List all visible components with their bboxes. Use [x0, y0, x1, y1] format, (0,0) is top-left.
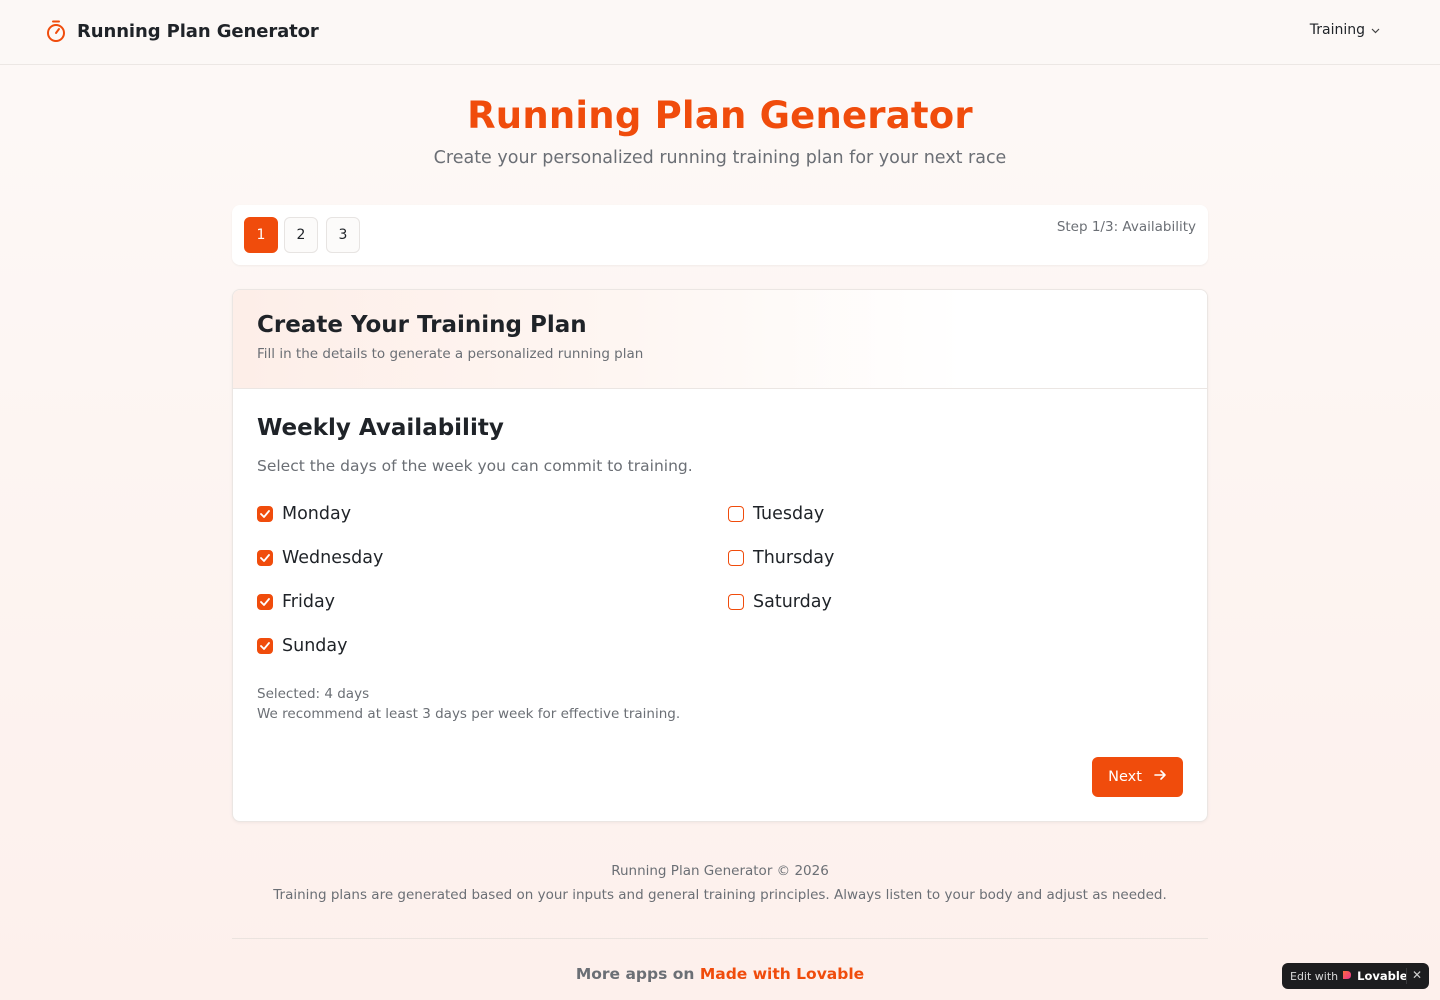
check-icon: [260, 554, 270, 562]
heart-icon: [1342, 970, 1353, 983]
close-icon[interactable]: ✕: [1412, 968, 1422, 982]
step-progress: 1 2 3 Step 1/3: Availability: [232, 205, 1208, 265]
card-title: Create Your Training Plan: [257, 312, 587, 338]
wednesday-checkbox[interactable]: [257, 550, 273, 566]
step-1-button[interactable]: 1: [244, 217, 278, 253]
made-with-lovable-link[interactable]: Made with Lovable: [700, 965, 864, 983]
selected-days-count: Selected: 4 days: [257, 686, 370, 702]
saturday-checkbox[interactable]: [728, 594, 744, 610]
recommendation-note: We recommend at least 3 days per week fo…: [257, 706, 681, 722]
day-option-sunday[interactable]: Sunday: [257, 636, 347, 656]
card-description: Fill in the details to generate a person…: [257, 346, 644, 362]
next-button[interactable]: Next: [1092, 757, 1183, 797]
step-3-button[interactable]: 3: [326, 217, 360, 253]
friday-label: Friday: [282, 592, 336, 612]
tuesday-label: Tuesday: [753, 504, 825, 524]
training-menu-label: Training: [1309, 22, 1365, 38]
section-title: Weekly Availability: [257, 415, 504, 441]
check-icon: [260, 510, 270, 518]
day-option-saturday[interactable]: Saturday: [728, 592, 832, 612]
page-subtitle: Create your personalized running trainin…: [433, 148, 1007, 168]
check-icon: [260, 598, 270, 606]
thursday-checkbox[interactable]: [728, 550, 744, 566]
training-plan-card: Create Your Training Plan Fill in the de…: [232, 289, 1208, 822]
day-option-monday[interactable]: Monday: [257, 504, 351, 524]
saturday-label: Saturday: [753, 592, 832, 612]
card-header: Create Your Training Plan Fill in the de…: [233, 290, 1207, 389]
edit-with-lovable-badge[interactable]: Edit with Lovable ✕: [1282, 963, 1429, 989]
page-title: Running Plan Generator: [467, 94, 973, 137]
step-status-label: Step 1/3: Availability: [1056, 219, 1196, 235]
more-apps-prefix: More apps on: [575, 965, 695, 983]
footer-disclaimer: Training plans are generated based on yo…: [273, 887, 1167, 903]
training-menu[interactable]: Training: [1310, 22, 1380, 38]
monday-label: Monday: [282, 504, 352, 524]
day-option-friday[interactable]: Friday: [257, 592, 335, 612]
badge-separator: [1406, 968, 1407, 984]
tuesday-checkbox[interactable]: [728, 506, 744, 522]
thursday-label: Thursday: [753, 548, 835, 568]
sunday-label: Sunday: [282, 636, 348, 656]
section-description: Select the days of the week you can comm…: [257, 457, 693, 475]
check-icon: [260, 642, 270, 650]
day-option-thursday[interactable]: Thursday: [728, 548, 834, 568]
monday-checkbox[interactable]: [257, 506, 273, 522]
day-option-wednesday[interactable]: Wednesday: [257, 548, 383, 568]
badge-edit-with-text: Edit with: [1290, 969, 1339, 983]
stopwatch-icon: [45, 19, 67, 43]
arrow-right-icon: [1154, 769, 1167, 785]
next-button-label: Next: [1108, 769, 1142, 785]
top-navigation-bar: Running Plan Generator Training: [0, 0, 1440, 65]
day-option-tuesday[interactable]: Tuesday: [728, 504, 824, 524]
app-title: Running Plan Generator: [77, 20, 319, 42]
wednesday-label: Wednesday: [282, 548, 384, 568]
brand[interactable]: Running Plan Generator: [45, 19, 319, 43]
more-apps-line: More apps on Made with Lovable: [0, 965, 1440, 983]
sunday-checkbox[interactable]: [257, 638, 273, 654]
friday-checkbox[interactable]: [257, 594, 273, 610]
footer-copyright: Running Plan Generator © 2026: [611, 863, 829, 879]
chevron-down-icon: [1371, 22, 1380, 38]
footer-divider: [232, 938, 1208, 939]
badge-brand: Lovable: [1357, 969, 1408, 983]
step-2-button[interactable]: 2: [284, 217, 318, 253]
